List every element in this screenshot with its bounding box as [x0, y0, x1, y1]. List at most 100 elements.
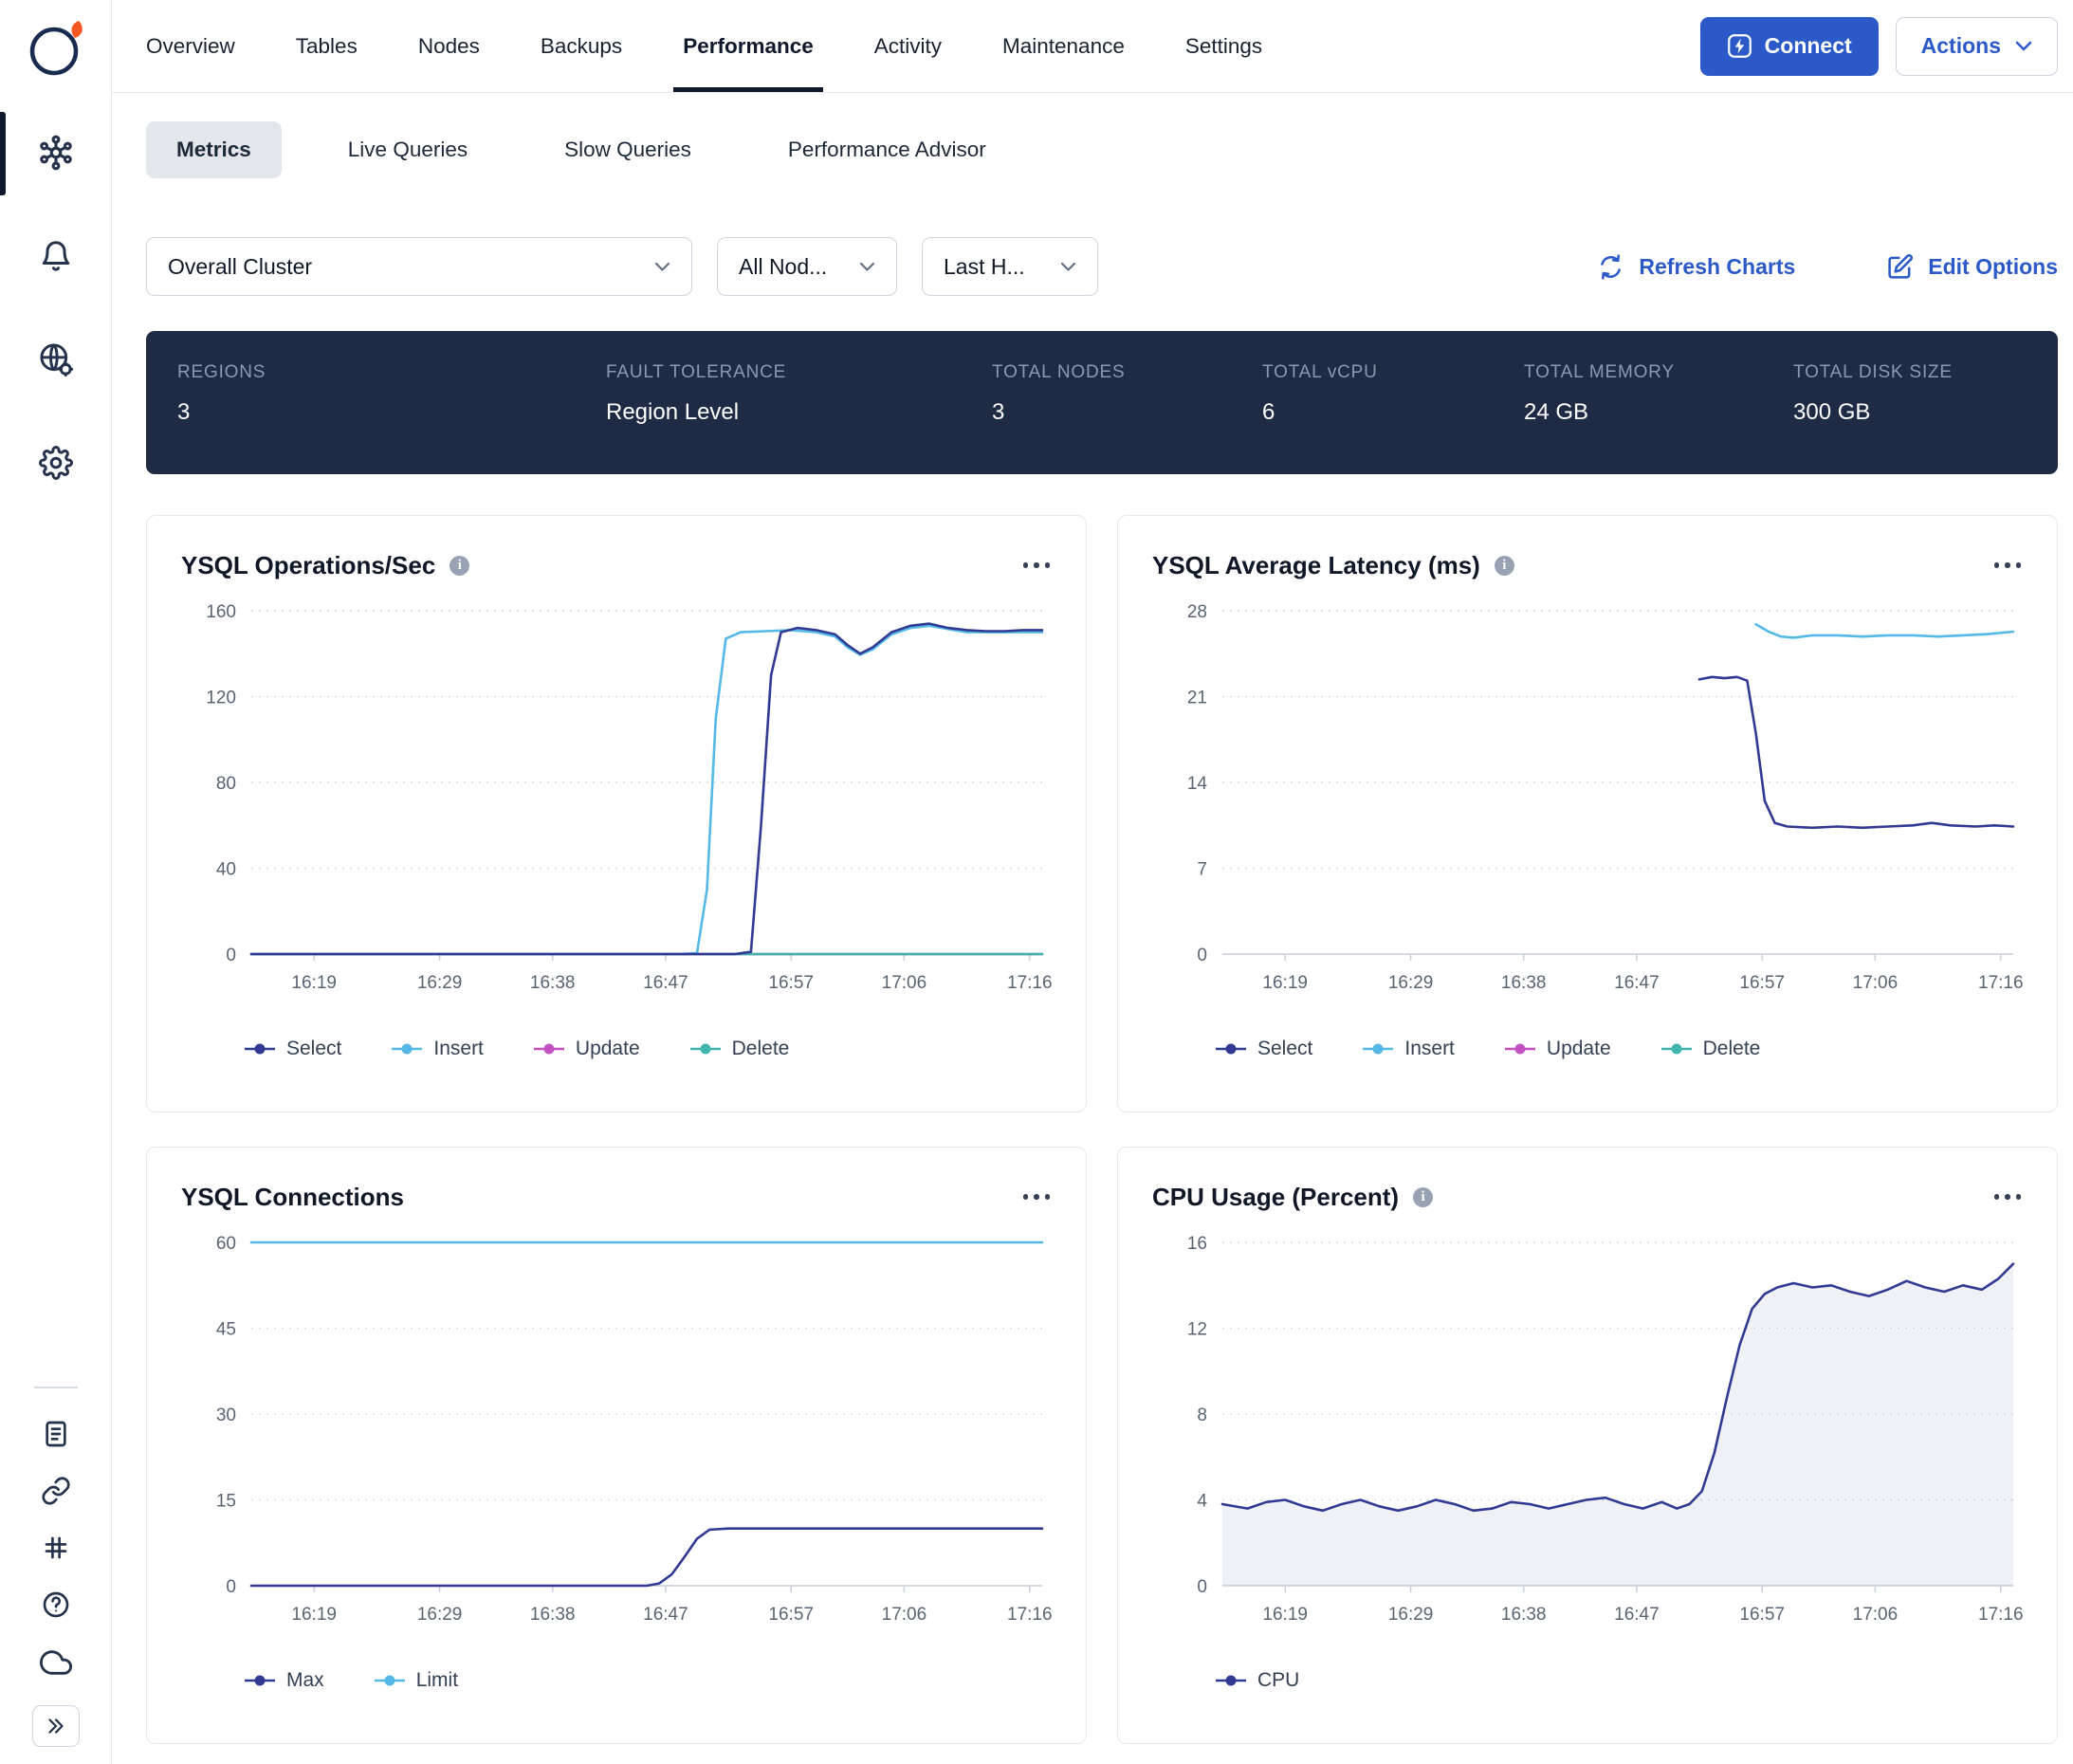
- y-axis-tick: 21: [1187, 689, 1207, 708]
- x-axis-tick: 17:16: [1007, 973, 1053, 993]
- globe-gear-icon: [38, 341, 74, 377]
- stat-label: TOTAL vCPU: [1262, 362, 1524, 383]
- tab-tables[interactable]: Tables: [296, 0, 358, 92]
- series-line-Select: [1699, 677, 2013, 828]
- y-axis-tick: 45: [216, 1320, 236, 1340]
- y-axis-tick: 7: [1197, 860, 1207, 880]
- yugabyte-logo-icon[interactable]: [25, 15, 87, 82]
- chart-menu-button[interactable]: [1021, 555, 1053, 576]
- cloud-icon: [40, 1646, 72, 1679]
- legend-item-Delete[interactable]: Delete: [689, 1038, 790, 1060]
- chart-menu-button[interactable]: [1992, 555, 2024, 576]
- tab-backups[interactable]: Backups: [541, 0, 622, 92]
- stat-total-memory: TOTAL MEMORY 24 GB: [1524, 362, 1793, 474]
- cpu-usage-chart-canvas: 048121616:1916:2916:3816:4716:5717:0617:…: [1152, 1218, 2025, 1663]
- legend-item-Limit[interactable]: Limit: [374, 1669, 458, 1692]
- legend-item-Update[interactable]: Update: [533, 1038, 640, 1060]
- x-axis-tick: 16:29: [417, 973, 463, 993]
- legend-marker-icon: [689, 1042, 722, 1056]
- x-axis-tick: 17:06: [1853, 1605, 1899, 1625]
- charts-grid: YSQL Operations/Sec i 0408012016016:1916…: [146, 515, 2058, 1744]
- connect-label: Connect: [1765, 33, 1852, 59]
- x-axis-tick: 17:16: [1978, 973, 2024, 993]
- metrics-filters: Overall Cluster All Nod... Last H...: [146, 237, 2058, 296]
- legend-item-CPU[interactable]: CPU: [1215, 1669, 1299, 1692]
- refresh-charts-button[interactable]: Refresh Charts: [1597, 253, 1795, 281]
- y-axis-tick: 60: [216, 1234, 236, 1254]
- info-icon[interactable]: i: [1413, 1187, 1433, 1207]
- sidebar-item-integrations[interactable]: [32, 1476, 80, 1506]
- chart-menu-button[interactable]: [1021, 1186, 1053, 1207]
- y-axis-tick: 28: [1187, 602, 1207, 622]
- ysql-connections-chart-canvas: 01530456016:1916:2916:3816:4716:5717:061…: [181, 1218, 1054, 1663]
- actions-label: Actions: [1921, 33, 2001, 59]
- y-axis-tick: 0: [1197, 1577, 1207, 1597]
- subtab-slow-queries[interactable]: Slow Queries: [534, 121, 722, 178]
- legend-item-Update[interactable]: Update: [1504, 1038, 1611, 1060]
- x-axis-tick: 16:19: [291, 1605, 337, 1625]
- series-line-Select: [251, 624, 1042, 954]
- chart-card-ysql-operations: YSQL Operations/Sec i 0408012016016:1916…: [146, 515, 1087, 1112]
- sidebar-item-docs[interactable]: [32, 1419, 80, 1449]
- actions-button[interactable]: Actions: [1896, 17, 2058, 76]
- chevron-down-icon: [1060, 262, 1076, 272]
- stat-value: 24 GB: [1524, 399, 1793, 426]
- chevron-down-icon: [2015, 41, 2032, 52]
- legend-marker-icon: [374, 1674, 406, 1687]
- gear-icon: [39, 446, 73, 480]
- sidebar-item-settings[interactable]: [0, 446, 111, 480]
- ysql-latency-chart-canvas: 0714212816:1916:2916:3816:4716:5717:0617…: [1152, 586, 2025, 1032]
- stat-label: TOTAL NODES: [992, 362, 1262, 383]
- chart-legend: CPU: [1215, 1669, 2023, 1692]
- tab-overview[interactable]: Overview: [146, 0, 235, 92]
- legend-item-Select[interactable]: Select: [1215, 1038, 1312, 1060]
- info-icon[interactable]: i: [449, 556, 469, 576]
- x-axis-tick: 16:57: [1739, 973, 1785, 993]
- y-axis-tick: 160: [206, 602, 236, 622]
- sidebar-item-cluster[interactable]: [0, 135, 111, 171]
- stat-label: TOTAL DISK SIZE: [1793, 362, 2058, 383]
- chart-menu-button[interactable]: [1992, 1186, 2024, 1207]
- legend-item-Insert[interactable]: Insert: [1362, 1038, 1455, 1060]
- chart-card-cpu-usage: CPU Usage (Percent) i 048121616:1916:291…: [1117, 1147, 2058, 1744]
- chart-title: YSQL Operations/Sec: [181, 551, 435, 580]
- stat-label: TOTAL MEMORY: [1524, 362, 1793, 383]
- cluster-select[interactable]: Overall Cluster: [146, 237, 692, 296]
- stat-regions: REGIONS 3: [177, 362, 606, 474]
- subtab-metrics[interactable]: Metrics: [146, 121, 282, 178]
- subtab-live-queries[interactable]: Live Queries: [318, 121, 498, 178]
- legend-marker-icon: [244, 1042, 276, 1056]
- bell-icon: [39, 239, 73, 273]
- series-area-CPU: [1222, 1264, 2013, 1586]
- cluster-network-icon: [38, 135, 74, 171]
- chart-legend: Max Limit: [244, 1669, 1052, 1692]
- edit-options-button[interactable]: Edit Options: [1886, 253, 2058, 281]
- time-range-select[interactable]: Last H...: [922, 237, 1098, 296]
- info-icon[interactable]: i: [1495, 556, 1514, 576]
- sidebar-item-alerts[interactable]: [0, 239, 111, 273]
- legend-item-Select[interactable]: Select: [244, 1038, 341, 1060]
- legend-item-Delete[interactable]: Delete: [1660, 1038, 1761, 1060]
- stat-total-nodes: TOTAL NODES 3: [992, 362, 1262, 474]
- tab-activity[interactable]: Activity: [874, 0, 942, 92]
- subtab-performance-advisor[interactable]: Performance Advisor: [758, 121, 1017, 178]
- legend-label: Select: [286, 1038, 341, 1060]
- legend-marker-icon: [391, 1042, 423, 1056]
- legend-item-Insert[interactable]: Insert: [391, 1038, 484, 1060]
- x-axis-tick: 16:38: [1501, 973, 1547, 993]
- connect-button[interactable]: Connect: [1700, 17, 1879, 76]
- sidebar-item-help[interactable]: [32, 1589, 80, 1620]
- y-axis-tick: 16: [1187, 1234, 1207, 1254]
- nodes-select[interactable]: All Nod...: [717, 237, 897, 296]
- sidebar-item-cloud-status[interactable]: [32, 1646, 80, 1679]
- legend-item-Max[interactable]: Max: [244, 1669, 324, 1692]
- tab-maintenance[interactable]: Maintenance: [1002, 0, 1125, 92]
- sidebar-expand-button[interactable]: [32, 1705, 80, 1747]
- sidebar-item-slack[interactable]: [32, 1533, 80, 1563]
- legend-label: CPU: [1257, 1669, 1299, 1692]
- question-icon: [41, 1589, 71, 1620]
- sidebar-item-network-access[interactable]: [0, 341, 111, 377]
- tab-nodes[interactable]: Nodes: [418, 0, 480, 92]
- tab-settings[interactable]: Settings: [1185, 0, 1262, 92]
- tab-performance[interactable]: Performance: [683, 0, 814, 92]
